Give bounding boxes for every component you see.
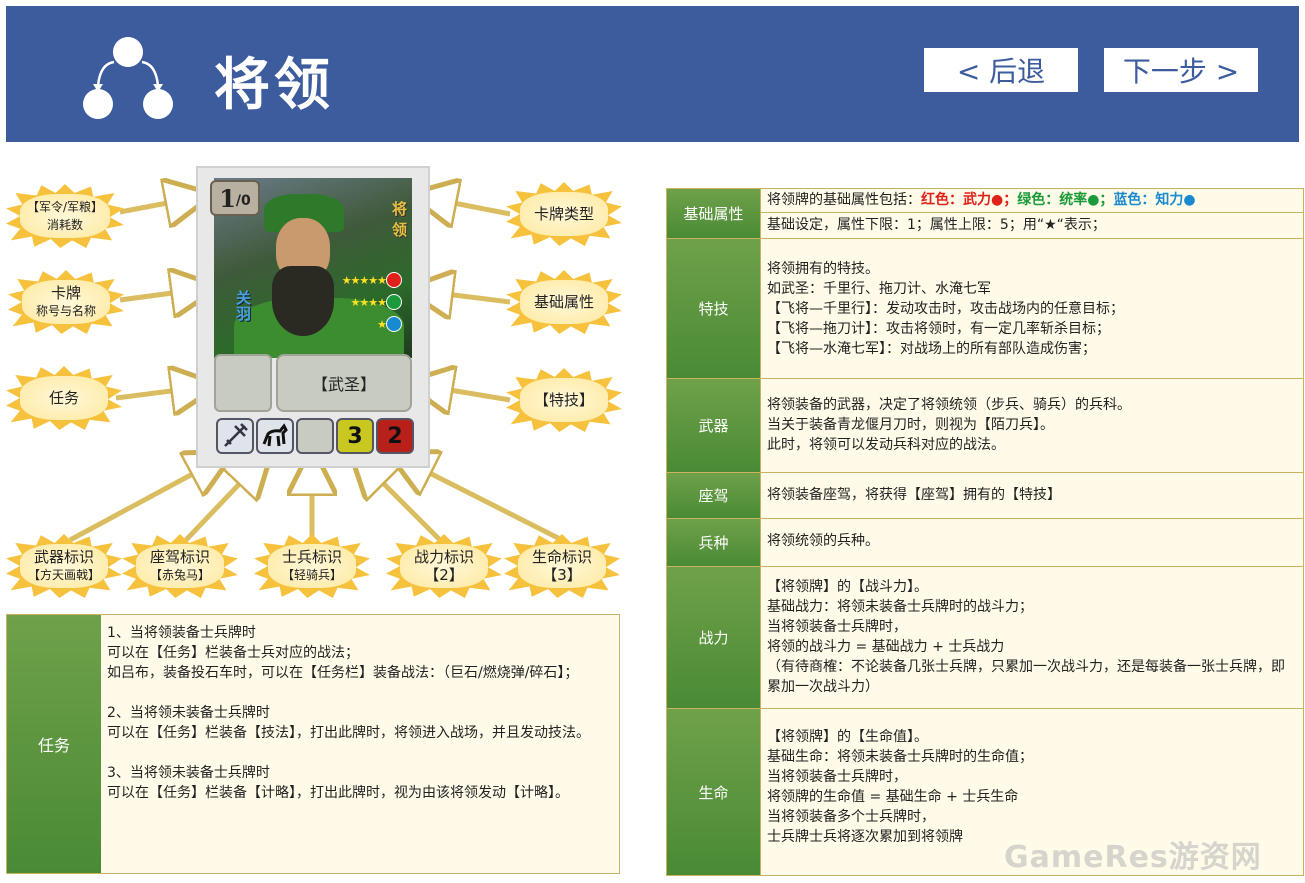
next-button[interactable]: 下一步 > — [1104, 48, 1258, 92]
label-mount: 座驾标识 【赤兔马】 — [122, 534, 238, 598]
horse-icon — [256, 418, 294, 454]
task-paragraph: 2、当将领未装备士兵牌时 可以在【任务】栏装备【技法】，打出此牌时，将领进入战场… — [107, 705, 590, 741]
row-header: 特技 — [667, 239, 761, 378]
page-title: 将领 — [214, 53, 334, 118]
label-life: 生命标识 【3】 — [504, 534, 620, 598]
label-power: 战力标识 【2】 — [386, 534, 502, 598]
table-row: 座驾 将领装备座驾，将获得【座驾】拥有的【特技】 — [667, 473, 1303, 519]
attr-stars-command: ★★★★ — [350, 296, 387, 309]
label-card-type: 卡牌类型 — [506, 182, 622, 246]
label-weapon: 武器标识 【方天画戟】 — [6, 534, 122, 598]
row-header: 兵种 — [667, 519, 761, 566]
skill-slot: 【武圣】 — [276, 354, 412, 412]
label-soldier: 士兵标识 【轻骑兵】 — [254, 534, 370, 598]
red-dot-icon — [386, 272, 402, 288]
row-header: 生命 — [667, 709, 761, 875]
row-header: 基础属性 — [667, 189, 761, 238]
attribute-table: 基础属性 将领牌的基础属性包括：红色：武力●；绿色：统率●；蓝色：知力● 基础设… — [666, 188, 1304, 876]
soldier-slot — [296, 418, 334, 454]
table-row: 战力 【将领牌】的【战斗力】。 基础战力：将领未装备士兵牌时的战斗力； 当将领装… — [667, 567, 1303, 709]
task-paragraph: 3、当将领未装备士兵牌时 可以在【任务】栏装备【计略】，打出此牌时，视为由该将领… — [107, 765, 569, 801]
row-header: 武器 — [667, 379, 761, 472]
task-table-header: 任务 — [7, 615, 101, 873]
row-body: 【将领牌】的【战斗力】。 基础战力：将领未装备士兵牌时的战斗力； 当将领装备士兵… — [761, 567, 1303, 708]
label-skill: 【特技】 — [506, 368, 622, 432]
table-row: 兵种 将领统领的兵种。 — [667, 519, 1303, 567]
back-button[interactable]: < 后退 — [924, 48, 1078, 92]
row-body: 将领牌的基础属性包括：红色：武力●；绿色：统率●；蓝色：知力● 基础设定，属性下… — [761, 189, 1303, 238]
attr-stars-intellect: ★ — [377, 318, 387, 331]
general-card: 将领 关羽 ★★★★★ ★★★★ ★ 1/0 【武圣】 3 2 — [196, 166, 430, 468]
row-header: 战力 — [667, 567, 761, 708]
card-name-text: 关羽 — [236, 289, 252, 323]
row-header: 座驾 — [667, 473, 761, 518]
green-dot-icon — [386, 294, 402, 310]
label-card-name: 卡牌 称号与名称 — [8, 270, 124, 334]
life-badge: 2 — [376, 418, 414, 454]
table-row: 基础属性 将领牌的基础属性包括：红色：武力●；绿色：统率●；蓝色：知力● 基础设… — [667, 189, 1303, 239]
power-badge: 3 — [336, 418, 374, 454]
watermark: GameRes游资网 — [1004, 840, 1262, 875]
slide: 将领 < 后退 下一步 > 将领 关羽 ★★★★★ ★★★★ ★ 1 /0 【武… — [0, 0, 1305, 883]
table-row: 特技 将领拥有的特技。 如武圣：千里行、拖刀计、水淹七军 【飞将—千里行】：发动… — [667, 239, 1303, 379]
label-basic-attr: 基础属性 — [506, 270, 622, 334]
task-table-body: 1、当将领装备士兵牌时 可以在【任务】栏装备士兵对应的战法； 如吕布，装备投石车… — [101, 615, 619, 873]
table-row: 武器 将领装备的武器，决定了将领统领（步兵、骑兵）的兵科。 当关于装备青龙偃月刀… — [667, 379, 1303, 473]
task-paragraph: 1、当将领装备士兵牌时 可以在【任务】栏装备士兵对应的战法； 如吕布，装备投石车… — [107, 625, 579, 681]
cost-badge: 1/0 — [210, 180, 260, 216]
hierarchy-logo-icon — [83, 37, 173, 119]
row-body: 将领装备的武器，决定了将领统领（步兵、骑兵）的兵科。 当关于装备青龙偃月刀时，则… — [761, 379, 1303, 472]
row-body: 将领拥有的特技。 如武圣：千里行、拖刀计、水淹七军 【飞将—千里行】：发动攻击时… — [761, 239, 1303, 378]
row-body: 将领统领的兵种。 — [761, 519, 1303, 566]
attr-stars-force: ★★★★★ — [341, 274, 387, 287]
label-cost: 【军令/军粮】 消耗数 — [6, 184, 124, 248]
task-table: 任务 1、当将领装备士兵牌时 可以在【任务】栏装备士兵对应的战法； 如吕布，装备… — [6, 614, 620, 874]
weapon-icon — [216, 418, 254, 454]
task-slot — [214, 354, 272, 412]
label-task: 任务 — [6, 366, 122, 430]
row-body: 将领装备座驾，将获得【座驾】拥有的【特技】 — [761, 473, 1303, 518]
blue-dot-icon — [386, 316, 402, 332]
card-type-text: 将领 — [392, 200, 408, 239]
